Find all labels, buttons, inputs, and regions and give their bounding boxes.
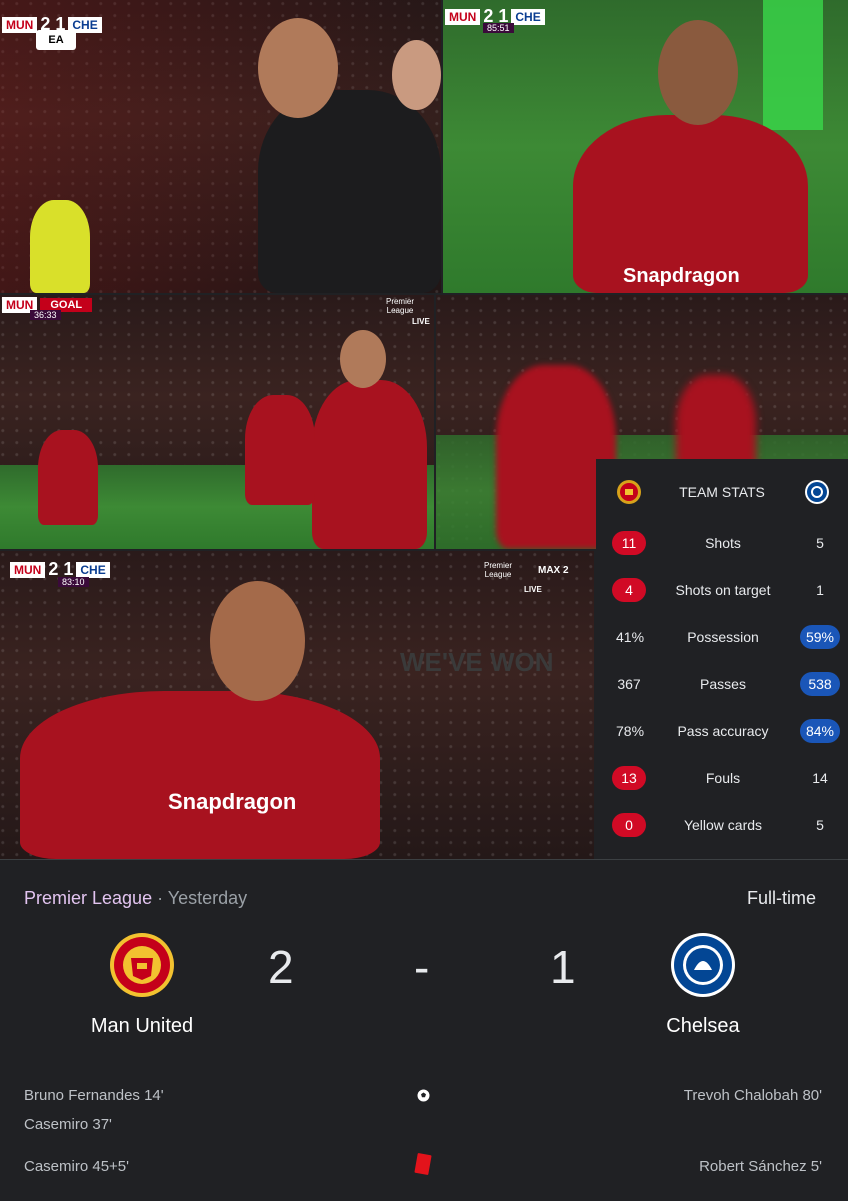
chelsea-crest-icon (804, 479, 830, 505)
steward-figure (30, 200, 90, 293)
chelsea-crest-icon[interactable] (670, 932, 736, 998)
league-line: Premier League · Yesterday (24, 888, 247, 909)
stat-home-value: 78% (616, 723, 645, 739)
team-stats-title: TEAM STATS (679, 484, 765, 500)
stand-banner: WE'VE WON (400, 647, 554, 677)
away-team-name[interactable]: Chelsea (603, 1015, 803, 1038)
stat-away-value: 84% (800, 719, 840, 743)
away-red-card-1: Robert Sánchez 5' (699, 1158, 822, 1175)
premier-league-mark: Premier League (483, 561, 512, 579)
player-figure-3 (38, 430, 98, 525)
stat-home-value: 11 (612, 531, 646, 555)
match-clock: 83:10 (58, 577, 89, 587)
stat-label: Shots on target (675, 582, 771, 598)
stat-away-value: 5 (816, 535, 824, 551)
home-red-card-1: Casemiro 45+5' (24, 1158, 129, 1175)
manager-head (258, 18, 338, 118)
soccer-ball-icon (417, 1089, 430, 1107)
home-team-code: MUN (10, 561, 46, 578)
stat-away-value: 14 (812, 770, 828, 786)
score-separator: - (414, 941, 430, 993)
home-team-code: MUN (2, 16, 38, 33)
match-clock: 36:33 (30, 310, 61, 320)
separator-dot: · (157, 888, 168, 908)
stat-away-value: 5 (816, 817, 824, 833)
red-card-icon (414, 1152, 432, 1176)
stat-home-value: 41% (616, 629, 645, 645)
staff-head (392, 40, 441, 110)
match-result-card[interactable]: Premier League · Yesterday Full-time Man… (0, 859, 848, 1201)
away-goal-1: Trevoh Chalobah 80' (683, 1087, 822, 1104)
player-figure-2 (245, 395, 315, 505)
channel-mark: MAX 2 (538, 565, 569, 576)
home-score: 2 (268, 941, 294, 993)
broadcast-frame-goal-celebration: MUN GOAL 36:33 Premier League LIVE (0, 295, 434, 549)
away-team-code: CHE (76, 561, 110, 578)
stat-label: Pass accuracy (677, 723, 769, 739)
ea-badge: EA (36, 30, 76, 50)
stat-row: 11 Shots 5 (596, 527, 848, 561)
player-figure-1 (312, 380, 427, 549)
stat-row: 13 Fouls 14 (596, 762, 848, 796)
live-indicator: LIVE (412, 317, 430, 326)
player-head (658, 20, 738, 125)
home-team-name[interactable]: Man United (42, 1015, 242, 1038)
board-glow (763, 0, 823, 130)
match-clock: 85:51 (483, 23, 514, 33)
team-stats-panel: TEAM STATS 11 Shots 5 4 Shots on target 1 41% P… (596, 459, 848, 859)
stat-row: 78% Pass accuracy 84% (596, 715, 848, 749)
live-indicator: LIVE (524, 585, 542, 594)
stat-row: 4 Shots on target 1 (596, 574, 848, 608)
home-goal-2: Casemiro 37' (24, 1116, 112, 1133)
stat-home-value: 0 (612, 813, 646, 837)
stat-label: Possession (687, 629, 759, 645)
away-team-code: CHE (511, 8, 545, 25)
sponsor-text: Snapdragon (623, 265, 740, 287)
stat-label: Passes (700, 676, 746, 692)
stat-row: 0 Yellow cards 5 (596, 809, 848, 843)
home-team-code: MUN (445, 8, 481, 25)
match-date: Yesterday (167, 888, 248, 908)
man-united-crest-icon (616, 479, 642, 505)
player-figure (20, 691, 380, 859)
stat-home-value: 367 (617, 676, 641, 692)
away-score: 1 (550, 941, 576, 993)
premier-league-mark: Premier League (385, 297, 414, 315)
stat-away-value: 59% (800, 625, 840, 649)
stat-away-value: 538 (800, 672, 840, 696)
stat-away-value: 1 (816, 582, 824, 598)
stat-row: 41% Possession 59% (596, 621, 848, 655)
league-name[interactable]: Premier League (24, 888, 152, 908)
player-head (210, 581, 305, 701)
stat-home-value: 4 (612, 578, 646, 602)
home-goal-1: Bruno Fernandes 14' (24, 1087, 164, 1104)
team-stats-header: TEAM STATS (596, 477, 848, 507)
stat-label: Fouls (705, 770, 741, 786)
broadcast-frame-manager: MUN 2 1 CHE EA (0, 0, 441, 293)
stat-label: Yellow cards (683, 817, 763, 833)
man-united-crest-icon[interactable] (109, 932, 175, 998)
stat-home-value: 13 (612, 766, 646, 790)
stat-label: Shots (705, 535, 741, 551)
broadcast-frame-captain: WE'VE WON Snapdragon MUN 2 1 CHE 83:10 P… (0, 551, 594, 859)
manager-figure (258, 90, 441, 293)
stat-row: 367 Passes 538 (596, 668, 848, 702)
match-status: Full-time (746, 888, 816, 908)
player-head-1 (340, 330, 386, 388)
broadcast-frame-player: Snapdragon MUN 2 1 CHE 85:51 (443, 0, 848, 293)
sponsor-text: Snapdragon (168, 789, 297, 814)
